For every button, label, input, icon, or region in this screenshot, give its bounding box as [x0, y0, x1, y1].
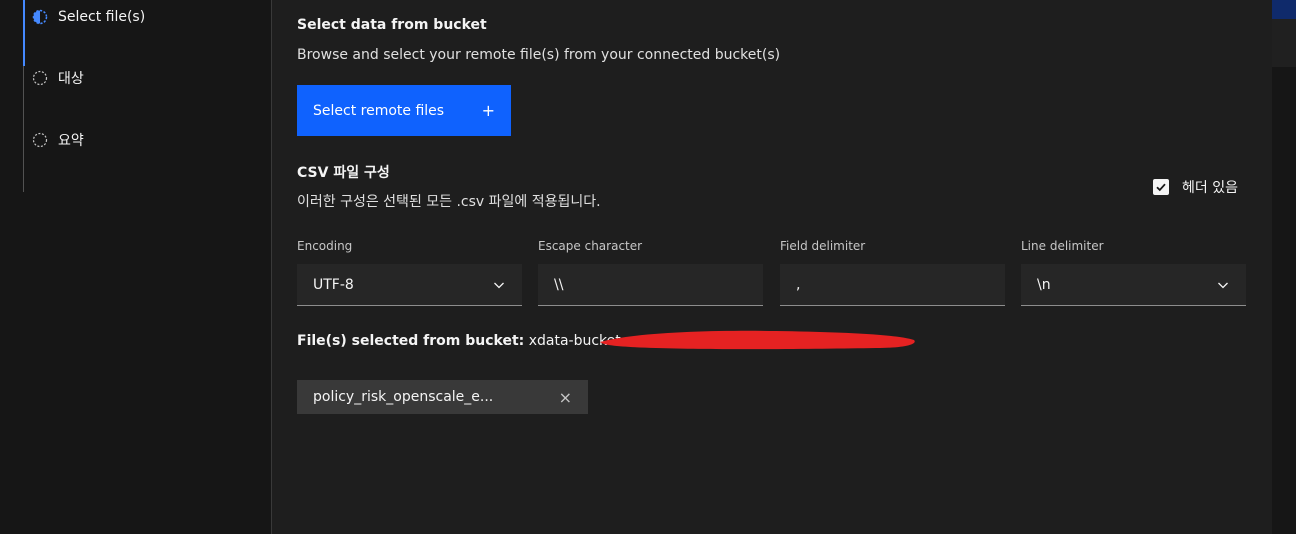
step-current-icon: [32, 9, 48, 25]
field-delimiter-label: Field delimiter: [780, 239, 866, 253]
csv-section-title: CSV 파일 구성: [297, 165, 390, 181]
escape-character-value: \\: [554, 276, 564, 293]
selected-files-summary: File(s) selected from bucket: xdata-buck…: [297, 333, 626, 349]
remove-file-icon[interactable]: ×: [559, 388, 572, 407]
right-edge-panel: [1272, 19, 1296, 67]
field-delimiter-input[interactable]: ,: [780, 264, 1005, 306]
right-edge: [1272, 0, 1296, 534]
add-icon: +: [481, 101, 495, 120]
select-remote-files-button[interactable]: Select remote files +: [297, 85, 511, 136]
button-label: Select remote files: [313, 102, 445, 119]
redaction-mark: [600, 330, 915, 350]
escape-character-input[interactable]: \\: [538, 264, 763, 306]
selected-files-prefix: File(s) selected from bucket:: [297, 333, 525, 349]
step-label: Select file(s): [58, 9, 146, 25]
csv-section-description: 이러한 구성은 선택된 모든 .csv 파일에 적용됩니다.: [297, 194, 601, 210]
line-delimiter-label: Line delimiter: [1021, 239, 1104, 253]
step-label: 요약: [58, 133, 84, 149]
bucket-section-title: Select data from bucket: [297, 17, 487, 33]
step-label: 대상: [58, 71, 84, 87]
step-target[interactable]: 대상: [32, 66, 84, 90]
right-edge-accent: [1272, 0, 1296, 19]
checkbox-label: 헤더 있음: [1182, 180, 1238, 196]
progress-track-active: [23, 0, 25, 66]
step-incomplete-icon: [32, 70, 48, 86]
field-delimiter-value: ,: [796, 276, 801, 293]
encoding-value: UTF-8: [313, 276, 354, 293]
step-incomplete-icon: [32, 132, 48, 148]
encoding-label: Encoding: [297, 239, 353, 253]
chevron-down-icon: [494, 282, 504, 288]
progress-sidebar: Select file(s) 대상 요약: [0, 0, 272, 534]
checkbox-checked-icon[interactable]: [1153, 179, 1169, 195]
escape-character-label: Escape character: [538, 239, 643, 253]
chevron-down-icon: [1218, 282, 1228, 288]
encoding-dropdown[interactable]: UTF-8: [297, 264, 522, 306]
has-header-checkbox[interactable]: 헤더 있음: [1153, 177, 1238, 197]
step-summary[interactable]: 요약: [32, 128, 84, 152]
file-name: policy_risk_openscale_e...: [313, 389, 494, 405]
line-delimiter-dropdown[interactable]: \n: [1021, 264, 1246, 306]
line-delimiter-value: \n: [1037, 276, 1051, 293]
step-select-files[interactable]: Select file(s): [32, 5, 145, 29]
bucket-section-description: Browse and select your remote file(s) fr…: [297, 47, 781, 63]
selected-file-tag: policy_risk_openscale_e... ×: [297, 380, 588, 414]
